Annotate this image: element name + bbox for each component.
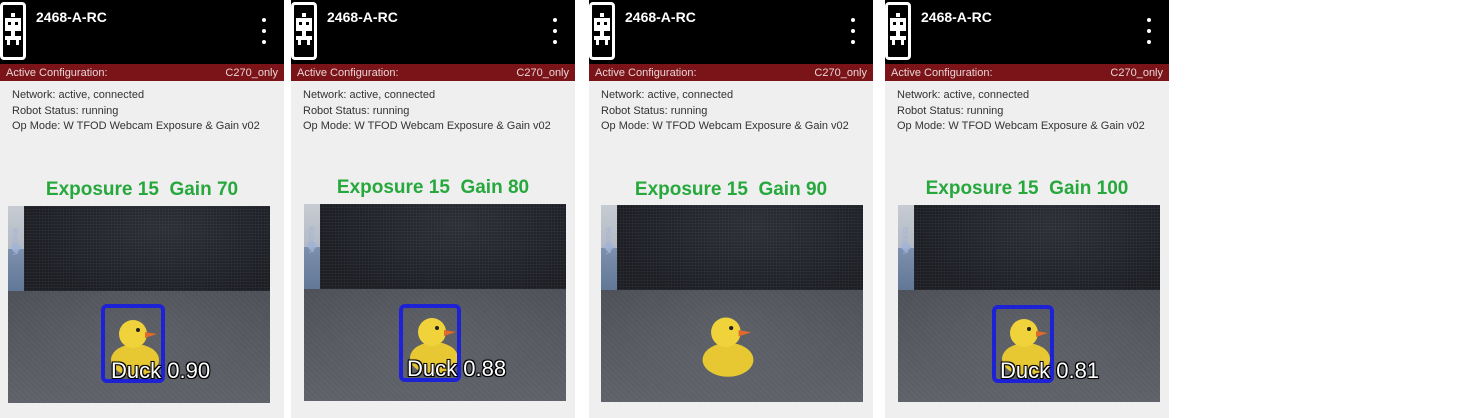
network-status: Network: active, connected — [897, 89, 1030, 101]
op-mode: Op Mode: W TFOD Webcam Exposure & Gain v… — [601, 120, 849, 132]
detection-label: Duck 0.81 — [1000, 358, 1100, 383]
active-config-label: Active Configuration: — [891, 67, 993, 79]
camera-preview: vuforia — [601, 205, 863, 402]
app-title: 2468-A-RC — [625, 9, 696, 25]
op-mode: Op Mode: W TFOD Webcam Exposure & Gain v… — [12, 120, 260, 132]
exposure-gain-caption: Exposure 15 Gain 90 — [634, 179, 828, 200]
app-bar: 2468-A-RC — [589, 0, 873, 64]
active-config-label: Active Configuration: — [297, 67, 399, 79]
camera-preview: vuforia Duck 0.81 — [898, 205, 1160, 402]
overflow-menu-icon[interactable] — [551, 18, 559, 44]
robot-phone-icon — [291, 2, 317, 60]
active-config-label: Active Configuration: — [6, 67, 108, 79]
active-config-bar: Active Configuration: C270_only — [291, 64, 575, 81]
app-title: 2468-A-RC — [36, 9, 107, 25]
exposure-gain-caption: Exposure 15 Gain 70 — [45, 179, 239, 200]
vuforia-watermark: vuforia — [306, 225, 316, 253]
overflow-menu-icon[interactable] — [1145, 18, 1153, 44]
app-bar: 2468-A-RC — [885, 0, 1169, 64]
vuforia-watermark: vuforia — [900, 226, 910, 254]
active-config-label: Active Configuration: — [595, 67, 697, 79]
op-mode: Op Mode: W TFOD Webcam Exposure & Gain v… — [303, 120, 551, 132]
network-status: Network: active, connected — [303, 89, 436, 101]
robot-phone-icon — [885, 2, 911, 60]
status-block: Network: active, connected Robot Status:… — [303, 88, 551, 135]
status-block: Network: active, connected Robot Status:… — [601, 88, 849, 135]
active-config-bar: Active Configuration: C270_only — [589, 64, 873, 81]
active-config-value: C270_only — [516, 67, 569, 79]
detection-label: Duck 0.88 — [407, 356, 507, 381]
op-mode: Op Mode: W TFOD Webcam Exposure & Gain v… — [897, 120, 1145, 132]
active-config-value: C270_only — [814, 67, 867, 79]
robot-status: Robot Status: running — [601, 104, 708, 117]
app-bar: 2468-A-RC — [0, 0, 284, 64]
app-bar: 2468-A-RC — [291, 0, 575, 64]
vuforia-watermark: vuforia — [603, 226, 613, 254]
exposure-gain-caption: Exposure 15 Gain 100 — [925, 178, 1129, 199]
vuforia-watermark: vuforia — [10, 227, 20, 255]
rc-panel-1: 2468-A-RC Active Configuration: C270_onl… — [0, 0, 284, 418]
active-config-bar: Active Configuration: C270_only — [885, 64, 1169, 81]
network-status: Network: active, connected — [12, 89, 145, 101]
app-title: 2468-A-RC — [921, 9, 992, 25]
app-title: 2468-A-RC — [327, 9, 398, 25]
active-config-value: C270_only — [1110, 67, 1163, 79]
rc-panel-4: 2468-A-RC Active Configuration: C270_onl… — [885, 0, 1169, 418]
overflow-menu-icon[interactable] — [849, 18, 857, 44]
rc-panel-2: 2468-A-RC Active Configuration: C270_onl… — [291, 0, 575, 418]
active-config-bar: Active Configuration: C270_only — [0, 64, 284, 81]
robot-phone-icon — [589, 2, 615, 60]
overflow-menu-icon[interactable] — [260, 18, 268, 44]
status-block: Network: active, connected Robot Status:… — [12, 88, 260, 135]
network-status: Network: active, connected — [601, 89, 734, 101]
camera-preview: vuforia Duck 0.90 — [8, 206, 270, 403]
rc-panel-3: 2468-A-RC Active Configuration: C270_onl… — [589, 0, 873, 418]
robot-status: Robot Status: running — [897, 104, 1004, 117]
exposure-gain-caption: Exposure 15 Gain 80 — [336, 177, 530, 198]
detection-label: Duck 0.90 — [111, 358, 211, 383]
robot-status: Robot Status: running — [303, 104, 410, 117]
active-config-value: C270_only — [225, 67, 278, 79]
robot-status: Robot Status: running — [12, 104, 119, 117]
camera-preview: vuforia Duck 0.88 — [304, 204, 566, 401]
status-block: Network: active, connected Robot Status:… — [897, 88, 1145, 135]
duck-image — [702, 317, 754, 377]
robot-phone-icon — [0, 2, 26, 60]
